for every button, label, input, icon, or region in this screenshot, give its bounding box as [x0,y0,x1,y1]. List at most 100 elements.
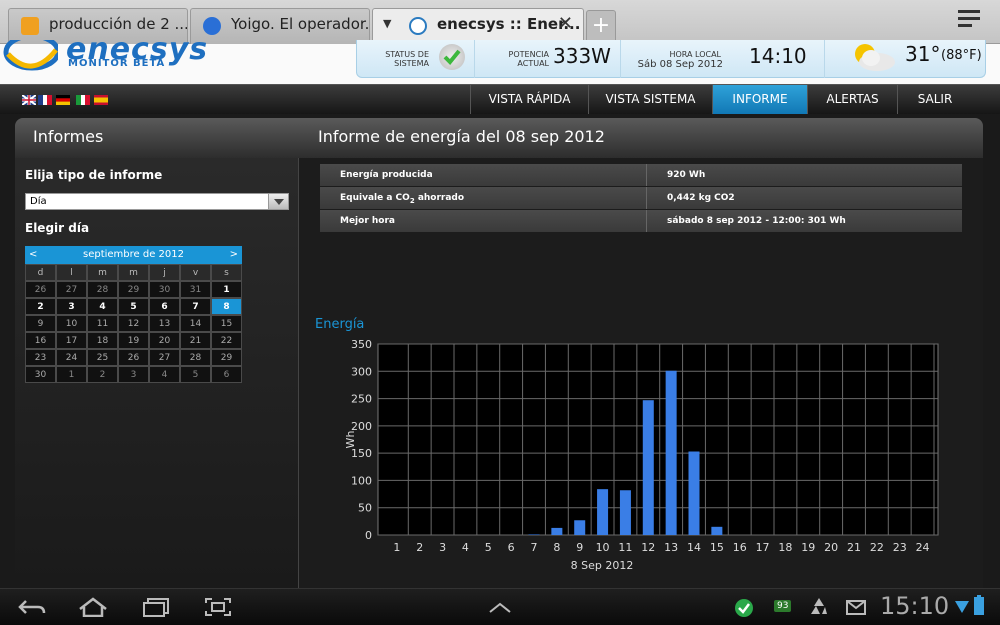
recent-apps-icon[interactable] [142,597,170,617]
calendar-day[interactable]: 10 [56,315,87,332]
calendar-day[interactable]: 1 [56,366,87,383]
tab-title: producción de 2 ... [49,15,188,33]
next-month-button[interactable]: > [230,246,238,264]
x-tick-label: 8 [553,541,560,554]
calendar-day[interactable]: 26 [118,349,149,366]
calendar-day[interactable]: 3 [56,298,87,315]
x-tick-label: 10 [596,541,610,554]
x-tick-label: 20 [824,541,838,554]
calendar-day[interactable]: 9 [25,315,56,332]
calendar-day[interactable]: 20 [149,332,180,349]
calendar-day[interactable]: 12 [118,315,149,332]
nav-informe[interactable]: INFORME [712,85,807,114]
plot-area [377,343,939,536]
calendar-day[interactable]: 18 [87,332,118,349]
x-tick-label: 1 [393,541,400,554]
calendar-day[interactable]: 29 [118,281,149,298]
calendar-day[interactable]: 27 [149,349,180,366]
calendar-day[interactable]: 24 [56,349,87,366]
calendar-day[interactable]: 4 [149,366,180,383]
date-value: Sáb 08 Sep 2012 [637,59,723,70]
back-icon[interactable] [18,597,46,617]
tab-dropdown-icon[interactable]: ▼ [383,17,391,30]
enecsys-logo[interactable]: enecsys MONITOR BETA [2,32,222,80]
calendar-day[interactable]: 2 [87,366,118,383]
report-type-select[interactable]: Día [25,193,289,210]
calendar-day[interactable]: 3 [118,366,149,383]
bar [688,451,700,535]
calendar-day[interactable]: 17 [56,332,87,349]
screenshot-icon[interactable] [204,597,232,617]
browser-menu-icon[interactable] [958,10,980,31]
battery-badge: 93 [774,600,792,612]
close-tab-icon[interactable]: ✕ [558,13,573,34]
calendar-day[interactable]: 22 [211,332,242,349]
weekday-header: j [149,264,180,281]
calendar-day[interactable]: 28 [180,349,211,366]
calendar-day[interactable]: 30 [149,281,180,298]
report-options-pane: Elija tipo de informe Día Elegir día < s… [15,158,299,588]
prev-month-button[interactable]: < [29,246,37,264]
reports-title: Informes [33,127,104,146]
new-tab-button[interactable]: + [586,10,616,44]
report-detail-pane: Energía producida 920 Wh Equivale a CO2 … [300,158,983,588]
weekday-header: d [25,264,56,281]
calendar-day[interactable]: 6 [149,298,180,315]
y-tick-label: 300 [351,365,372,378]
time-value: 14:10 [749,44,807,68]
flag-germany-icon[interactable] [56,95,70,105]
calendar-day[interactable]: 26 [25,281,56,298]
calendar-day[interactable]: 15 [211,315,242,332]
flag-spain-icon[interactable] [94,95,108,105]
chevron-up-icon[interactable] [488,601,512,615]
calendar-day[interactable]: 13 [149,315,180,332]
info-label: Energía producida [340,170,433,180]
calendar-day[interactable]: 28 [87,281,118,298]
y-tick-label: 0 [365,529,372,542]
weekday-header: l [56,264,87,281]
calendar-day[interactable]: 6 [211,366,242,383]
system-status-panel: STATUS DE SISTEMA POTENCIA ACTUAL 333W HOR… [356,40,986,78]
calendar-header: < septiembre de 2012 > [25,246,242,264]
yellow-shield-icon [21,17,39,35]
browser-tab-2[interactable]: Yoigo. El operador... [190,8,370,44]
flag-uk-icon[interactable] [22,95,36,105]
calendar-day[interactable]: 14 [180,315,211,332]
calendar-day[interactable]: 31 [180,281,211,298]
calendar-day[interactable]: 30 [25,366,56,383]
x-tick-label: 15 [710,541,724,554]
calendar-day[interactable]: 16 [25,332,56,349]
chevron-down-icon[interactable] [268,194,288,209]
calendar-day[interactable]: 23 [25,349,56,366]
bar [665,370,677,535]
calendar-day[interactable]: 8 [211,298,242,315]
calendar-day[interactable]: 19 [118,332,149,349]
calendar-day[interactable]: 27 [56,281,87,298]
calendar-month: septiembre de 2012 [82,249,184,260]
calendar-day[interactable]: 25 [87,349,118,366]
calendar-day[interactable]: 7 [180,298,211,315]
energy-summary-table: Energía producida 920 Wh Equivale a CO2 … [320,164,962,233]
browser-tab-3[interactable]: ▼ enecsys :: Ener... ✕ [372,8,584,44]
nav-vista-rapida[interactable]: VISTA RÁPIDA [470,85,588,114]
calendar-day[interactable]: 4 [87,298,118,315]
report-panel-header: Informes Informe de energía del 08 sep 2… [15,118,983,158]
flag-france-icon[interactable] [38,95,52,105]
nav-vista-sistema[interactable]: VISTA SISTEMA [588,85,712,114]
local-time-cell: HORA LOCAL Sáb 08 Sep 2012 14:10 [621,40,825,78]
calendar-day[interactable]: 29 [211,349,242,366]
calendar-day[interactable]: 11 [87,315,118,332]
bar [597,489,609,535]
calendar-day[interactable]: 5 [180,366,211,383]
status-cell: STATUS DE SISTEMA [357,40,475,78]
calendar-day[interactable]: 21 [180,332,211,349]
home-icon[interactable] [78,597,108,617]
nav-salir[interactable]: SALIR [897,85,972,114]
calendar-day[interactable]: 2 [25,298,56,315]
calendar-day[interactable]: 1 [211,281,242,298]
email-icon [846,600,866,615]
nav-alertas[interactable]: ALERTAS [807,85,897,114]
flag-italy-icon[interactable] [76,95,90,105]
calendar-day[interactable]: 5 [118,298,149,315]
partly-cloudy-icon [855,44,895,71]
